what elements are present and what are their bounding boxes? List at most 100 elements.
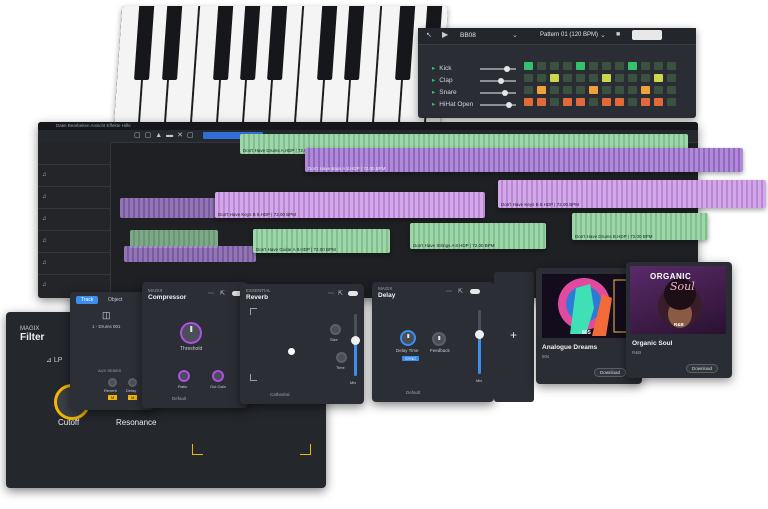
step-cell[interactable] (589, 74, 598, 82)
tab-object[interactable]: Object (104, 296, 126, 304)
more-icon[interactable]: ⋯ (208, 290, 214, 297)
step-cell[interactable] (537, 74, 546, 82)
step-cell[interactable] (550, 86, 559, 94)
size-knob[interactable] (330, 324, 341, 335)
step-cell[interactable] (576, 86, 585, 94)
instrument-row-snare[interactable]: ▸ Snare (432, 88, 457, 96)
delay-send-knob[interactable] (128, 378, 137, 387)
expand-icon[interactable]: ⇱ (458, 288, 463, 295)
time-knob[interactable] (336, 352, 347, 363)
download-button[interactable]: Download (686, 364, 719, 373)
step-cell[interactable] (615, 98, 624, 106)
add-plugin-slot[interactable]: + (494, 272, 534, 402)
step-cell[interactable] (654, 98, 663, 106)
save-icon[interactable]: ■ (616, 31, 620, 38)
step-cell[interactable] (641, 98, 650, 106)
bypass-toggle[interactable] (470, 289, 480, 294)
audio-clip[interactable] (124, 246, 256, 262)
step-cell[interactable] (576, 62, 585, 70)
step-cell[interactable] (628, 62, 637, 70)
step-cell[interactable] (602, 86, 611, 94)
expand-icon[interactable]: ⇱ (338, 290, 343, 297)
step-cell[interactable] (589, 98, 598, 106)
reverb-mix-slider[interactable] (351, 314, 360, 376)
cursor-icon[interactable]: ↖ (426, 31, 432, 39)
volume-slider[interactable] (480, 102, 516, 108)
step-cell[interactable] (628, 98, 637, 106)
audio-clip-strings[interactable]: Don't Have Strings A 8.HDP | 72.00 BPM (410, 223, 546, 249)
step-cell[interactable] (550, 98, 559, 106)
step-cell[interactable] (563, 62, 572, 70)
step-cell[interactable] (615, 86, 624, 94)
step-cell[interactable] (602, 98, 611, 106)
step-cell[interactable] (615, 62, 624, 70)
compressor-preset[interactable]: Default (172, 396, 186, 401)
step-cell[interactable] (654, 74, 663, 82)
step-cell[interactable] (524, 74, 533, 82)
reverb-preset[interactable]: Cathedral (270, 392, 290, 397)
step-cell[interactable] (641, 86, 650, 94)
volume-slider[interactable] (480, 90, 516, 96)
audio-clip-keys-b[interactable]: Don't Have Keys B 8.HDP | 72.00 BPM (498, 180, 766, 208)
play-triangle-icon[interactable]: ▸ (432, 65, 435, 72)
more-icon[interactable]: ⋯ (328, 290, 334, 297)
volume-slider[interactable] (480, 78, 516, 84)
chevron-down-icon[interactable]: ⌄ (600, 31, 606, 39)
xy-pad-handle[interactable] (288, 348, 295, 355)
audio-clip-bass[interactable]: Don't Have Bass A 8.HDP | 72.00 BPM (305, 148, 743, 172)
step-cell[interactable] (628, 86, 637, 94)
delay-time-knob[interactable] (400, 330, 416, 346)
step-cell[interactable] (563, 74, 572, 82)
out-gain-knob[interactable] (212, 370, 224, 382)
step-cell[interactable] (667, 62, 676, 70)
play-triangle-icon[interactable]: ▸ (432, 77, 435, 84)
plus-icon[interactable]: + (510, 328, 517, 342)
sync-button[interactable]: SYNC (402, 356, 420, 361)
audio-clip-keys[interactable]: Don't Have Keys B 8.HDP | 72.00 BPM (215, 192, 485, 218)
step-cell[interactable] (537, 62, 546, 70)
step-cell[interactable] (641, 74, 650, 82)
delay-mix-slider[interactable] (475, 310, 484, 374)
instrument-row-clap[interactable]: ▸ Clap (432, 76, 453, 84)
tab-track[interactable]: Track (76, 296, 99, 304)
step-cell[interactable] (654, 86, 663, 94)
audio-clip-drums-b[interactable]: Don't Have Drums B.HDP | 72.00 BPM (572, 213, 708, 240)
step-cell[interactable] (537, 98, 546, 106)
step-cell[interactable] (563, 98, 572, 106)
step-cell[interactable] (667, 74, 676, 82)
step-cell[interactable] (602, 62, 611, 70)
expand-icon[interactable]: ⇱ (220, 290, 225, 297)
step-cell[interactable] (667, 86, 676, 94)
instrument-row-hihat[interactable]: ▸ HiHat Open (432, 100, 473, 108)
play-triangle-icon[interactable]: ▸ (432, 101, 435, 108)
play-triangle-icon[interactable]: ▸ (432, 89, 435, 96)
audio-clip[interactable] (120, 198, 216, 218)
step-cell[interactable] (615, 74, 624, 82)
reverb-send-mode[interactable]: M (108, 395, 118, 400)
feedback-knob[interactable] (432, 332, 446, 346)
more-icon[interactable]: ⋯ (446, 288, 452, 295)
step-cell[interactable] (524, 86, 533, 94)
instrument-row-kick[interactable]: ▸ Kick (432, 64, 452, 72)
chevron-down-icon[interactable]: ⌄ (512, 31, 518, 39)
step-cell[interactable] (524, 98, 533, 106)
ratio-knob[interactable] (178, 370, 190, 382)
step-cell[interactable] (576, 98, 585, 106)
play-icon[interactable]: ▶ (442, 30, 448, 39)
filter-mode[interactable]: ⊿ LP (46, 356, 62, 364)
step-cell[interactable] (576, 74, 585, 82)
step-cell[interactable] (563, 86, 572, 94)
menu-bar[interactable]: Datei Bearbeiten Ansicht Effekte Hilfe (38, 122, 698, 130)
bypass-toggle[interactable] (348, 291, 358, 296)
step-cell[interactable] (667, 98, 676, 106)
step-cell[interactable] (589, 86, 598, 94)
download-button[interactable]: Download (594, 368, 627, 377)
threshold-knob[interactable] (180, 322, 202, 344)
audio-clip-guitar[interactable]: Don't Have Guitar A 8.HDP | 72.00 BPM (253, 229, 390, 253)
delay-preset[interactable]: Default (406, 390, 420, 395)
step-cell[interactable] (537, 86, 546, 94)
step-cell[interactable] (550, 62, 559, 70)
step-cell[interactable] (628, 74, 637, 82)
step-cell[interactable] (550, 74, 559, 82)
piano-keyboard[interactable] (113, 6, 449, 126)
